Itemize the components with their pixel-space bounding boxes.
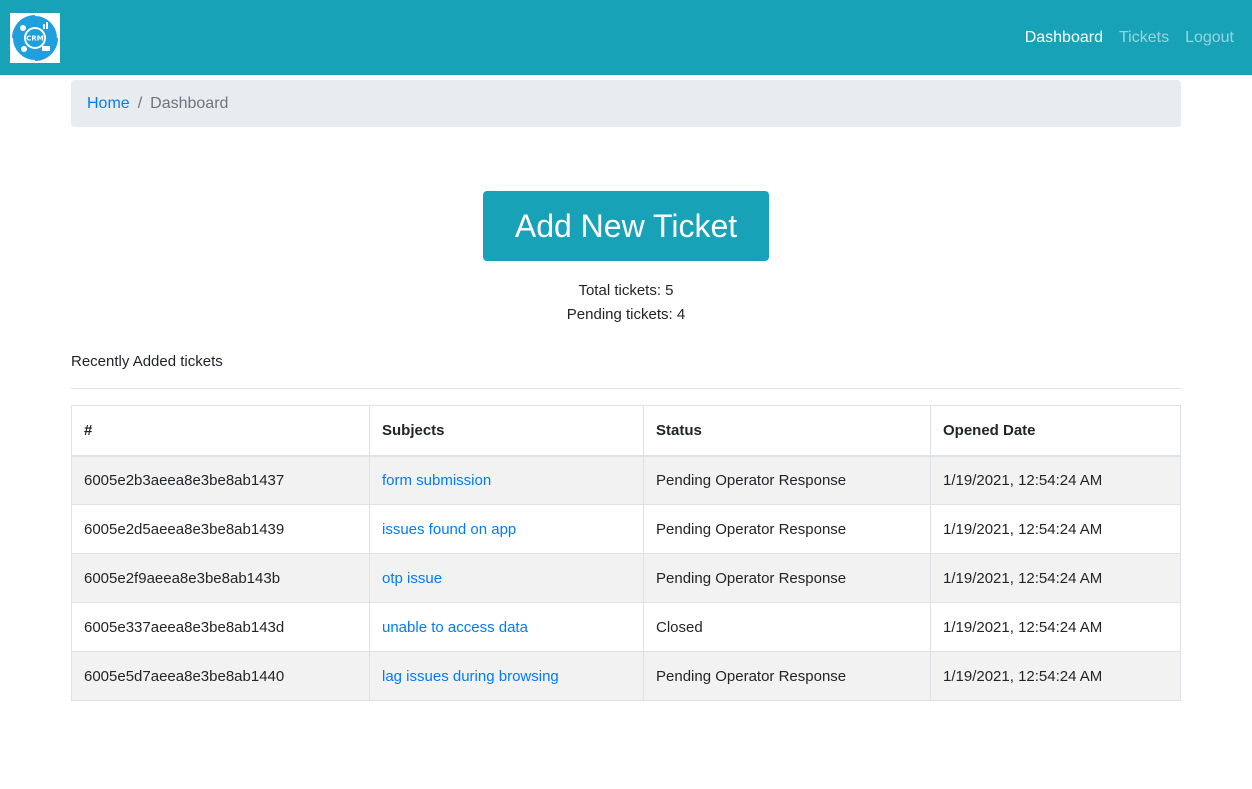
table-row: 6005e5d7aeea8e3be8ab1440 lag issues duri… — [71, 651, 1181, 701]
ticket-status: Closed — [643, 602, 931, 652]
ticket-subject-cell: lag issues during browsing — [369, 651, 644, 701]
ticket-date: 1/19/2021, 12:54:24 AM — [930, 553, 1181, 603]
tickets-table: # Subjects Status Opened Date 6005e2b3ae… — [71, 405, 1181, 701]
breadcrumb-separator: / — [137, 94, 143, 112]
crm-logo[interactable]: CRM — [10, 12, 60, 63]
header-id: # — [71, 405, 370, 457]
table-header-row: # Subjects Status Opened Date — [71, 405, 1181, 457]
ticket-subject-link[interactable]: otp issue — [382, 570, 442, 587]
ticket-stats: Total tickets: 5 Pending tickets: 4 — [71, 279, 1181, 327]
nav-link-logout[interactable]: Logout — [1185, 29, 1234, 47]
ticket-date: 1/19/2021, 12:54:24 AM — [930, 602, 1181, 652]
crm-logo-icon: CRM — [10, 12, 60, 63]
ticket-status: Pending Operator Response — [643, 504, 931, 554]
ticket-id: 6005e5d7aeea8e3be8ab1440 — [71, 651, 370, 701]
breadcrumb-current: Dashboard — [150, 94, 229, 112]
ticket-subject-link[interactable]: unable to access data — [382, 619, 528, 636]
table-row: 6005e337aeea8e3be8ab143d unable to acces… — [71, 602, 1181, 652]
header-subjects: Subjects — [369, 405, 644, 457]
breadcrumb: Home / Dashboard — [71, 80, 1181, 127]
ticket-subject-link[interactable]: form submission — [382, 472, 491, 489]
nav-links: Dashboard Tickets Logout — [1025, 29, 1242, 47]
add-new-ticket-button[interactable]: Add New Ticket — [482, 191, 770, 261]
ticket-subject-link[interactable]: issues found on app — [382, 521, 516, 538]
ticket-status: Pending Operator Response — [643, 455, 931, 505]
ticket-date: 1/19/2021, 12:54:24 AM — [930, 455, 1181, 505]
ticket-subject-cell: unable to access data — [369, 602, 644, 652]
main-container: Home / Dashboard Add New Ticket Total ti… — [71, 80, 1181, 701]
ticket-id: 6005e2d5aeea8e3be8ab1439 — [71, 504, 370, 554]
section-title: Recently Added tickets — [71, 353, 1181, 389]
ticket-id: 6005e337aeea8e3be8ab143d — [71, 602, 370, 652]
ticket-id: 6005e2f9aeea8e3be8ab143b — [71, 553, 370, 603]
nav-link-dashboard[interactable]: Dashboard — [1025, 29, 1103, 47]
pending-tickets-text: Pending tickets: 4 — [566, 306, 686, 323]
header-opened-date: Opened Date — [930, 405, 1181, 457]
ticket-subject-cell: otp issue — [369, 553, 644, 603]
ticket-subject-cell: issues found on app — [369, 504, 644, 554]
top-navbar: CRM Dashboard Tickets Logout — [0, 0, 1252, 75]
ticket-subject-link[interactable]: lag issues during browsing — [382, 668, 559, 685]
ticket-date: 1/19/2021, 12:54:24 AM — [930, 504, 1181, 554]
svg-text:CRM: CRM — [26, 34, 44, 42]
table-row: 6005e2b3aeea8e3be8ab1437 form submission… — [71, 455, 1181, 505]
table-row: 6005e2d5aeea8e3be8ab1439 issues found on… — [71, 504, 1181, 554]
ticket-status: Pending Operator Response — [643, 553, 931, 603]
ticket-id: 6005e2b3aeea8e3be8ab1437 — [71, 455, 370, 505]
ticket-status: Pending Operator Response — [643, 651, 931, 701]
header-status: Status — [643, 405, 931, 457]
ticket-date: 1/19/2021, 12:54:24 AM — [930, 651, 1181, 701]
total-tickets-text: Total tickets: 5 — [578, 282, 674, 299]
ticket-subject-cell: form submission — [369, 455, 644, 505]
breadcrumb-home[interactable]: Home — [87, 95, 130, 113]
table-row: 6005e2f9aeea8e3be8ab143b otp issue Pendi… — [71, 553, 1181, 603]
nav-link-tickets[interactable]: Tickets — [1119, 29, 1169, 47]
hero-section: Add New Ticket Total tickets: 5 Pending … — [71, 191, 1181, 327]
